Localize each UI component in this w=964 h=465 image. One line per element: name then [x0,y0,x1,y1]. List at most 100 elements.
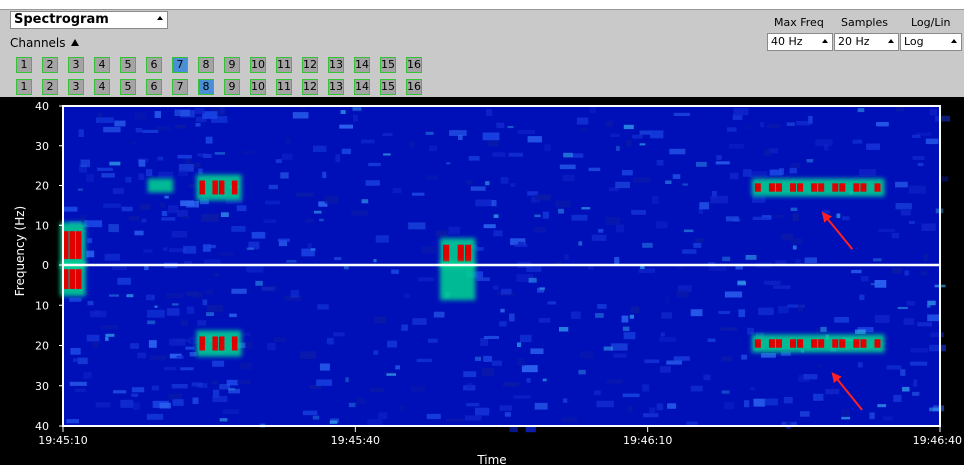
noise-speckle [682,183,689,186]
channel-button-10[interactable]: 10 [250,79,266,95]
caret-up-icon [888,39,894,43]
noise-speckle [622,326,630,331]
noise-speckle [361,199,369,204]
noise-speckle [487,139,499,147]
noise-speckle [120,399,134,408]
channel-button-7[interactable]: 7 [172,79,188,95]
noise-speckle [177,154,192,159]
channel-button-11[interactable]: 11 [276,57,292,73]
band-hot [818,183,825,192]
noise-speckle [539,287,546,290]
noise-speckle [316,379,332,386]
channel-button-5[interactable]: 5 [120,57,136,73]
band-hot [199,180,205,195]
noise-speckle [324,195,339,204]
channel-button-3[interactable]: 3 [68,57,84,73]
channels-toggle[interactable]: Channels [10,36,79,50]
noise-speckle [895,181,908,188]
channel-button-5[interactable]: 5 [120,79,136,95]
channel-button-1[interactable]: 1 [16,57,32,73]
noise-speckle [627,406,633,413]
noise-speckle [527,136,542,143]
channel-button-8[interactable]: 8 [198,79,214,95]
noise-speckle [900,210,911,216]
noise-speckle [593,390,601,396]
samples-select[interactable]: 20 Hz [834,33,899,51]
noise-speckle [427,338,438,343]
noise-speckle [137,352,146,359]
channel-button-16[interactable]: 16 [406,57,422,73]
band-hot [212,180,218,195]
noise-speckle [326,337,334,345]
noise-speckle [166,308,180,316]
noise-speckle [292,112,309,119]
band-hot [443,244,450,262]
noise-speckle [530,348,544,354]
noise-speckle [78,129,84,137]
noise-speckle [145,169,153,176]
view-select[interactable]: Spectrogram [10,11,168,29]
channel-button-8[interactable]: 8 [198,57,214,73]
noise-speckle [895,203,912,210]
channel-button-2[interactable]: 2 [42,79,58,95]
noise-speckle [463,371,477,378]
noise-speckle [334,257,342,261]
noise-speckle [509,313,515,322]
noise-speckle [446,162,451,165]
noise-speckle [174,109,190,116]
noise-speckle [912,156,925,160]
noise-speckle [399,405,406,412]
channel-button-9[interactable]: 9 [224,79,240,95]
channel-button-11[interactable]: 11 [276,79,292,95]
band-hot [853,339,860,348]
noise-speckle [773,285,791,289]
noise-speckle [105,336,109,341]
noise-speckle [242,150,256,155]
noise-speckle [747,327,754,335]
channel-button-1[interactable]: 1 [16,79,32,95]
noise-speckle [73,358,80,362]
noise-speckle [168,393,182,400]
channel-button-15[interactable]: 15 [380,57,396,73]
triangle-up-icon [70,39,79,46]
noise-speckle [476,277,490,281]
noise-speckle [639,130,651,135]
channel-button-4[interactable]: 4 [94,57,110,73]
noise-speckle [260,285,278,292]
noise-speckle [171,384,188,389]
channel-button-12[interactable]: 12 [302,57,318,73]
channel-button-6[interactable]: 6 [146,79,162,95]
channel-button-2[interactable]: 2 [42,57,58,73]
channel-button-10[interactable]: 10 [250,57,266,73]
channel-button-9[interactable]: 9 [224,57,240,73]
channel-button-16[interactable]: 16 [406,79,422,95]
channel-button-4[interactable]: 4 [94,79,110,95]
channel-button-12[interactable]: 12 [302,79,318,95]
channel-button-7[interactable]: 7 [172,57,188,73]
scale-label: Log/Lin [911,16,951,29]
noise-speckle [598,229,604,233]
max-freq-select[interactable]: 40 Hz [767,33,833,51]
band-hot [818,339,825,348]
channel-button-14[interactable]: 14 [354,57,370,73]
noise-speckle [903,318,915,326]
noise-speckle [934,115,951,122]
noise-speckle [219,418,228,422]
channel-button-3[interactable]: 3 [68,79,84,95]
channel-button-13[interactable]: 13 [328,79,344,95]
noise-speckle [766,124,781,128]
scale-select[interactable]: Log [900,33,962,51]
channel-button-15[interactable]: 15 [380,79,396,95]
channel-button-6[interactable]: 6 [146,57,162,73]
noise-speckle [769,148,779,154]
channel-button-14[interactable]: 14 [354,79,370,95]
caret-up-icon [822,39,828,43]
noise-speckle [642,384,650,392]
noise-speckle [925,138,939,145]
noise-speckle [229,313,237,318]
channel-button-13[interactable]: 13 [328,57,344,73]
noise-speckle [597,304,607,309]
noise-speckle [267,342,276,351]
noise-speckle [203,259,221,265]
noise-speckle [206,312,214,316]
